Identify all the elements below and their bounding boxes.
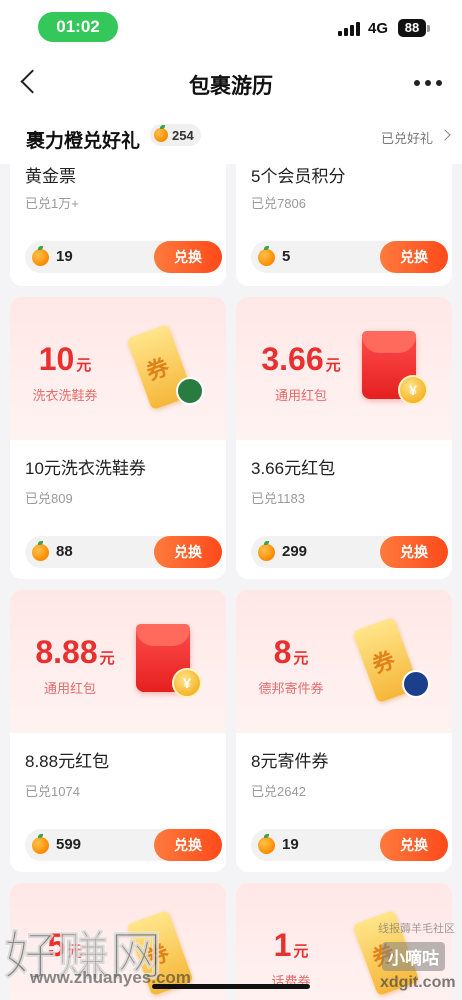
coupon-type: 通用红包 (43, 681, 96, 696)
orange-coin-icon (154, 125, 168, 142)
card-redeemed-count: 已兑1074 (25, 784, 80, 799)
card-redeemed-count: 已兑1183 (251, 491, 305, 506)
coupon-amount: 1元 (273, 927, 309, 963)
orange-coin-icon (258, 834, 275, 854)
price-value: 88 (56, 543, 73, 560)
coupon-amount: 8.88 元 (35, 634, 115, 670)
price-value: 599 (56, 836, 82, 853)
price-value: 5 (282, 248, 291, 265)
product-card-red-packet-888[interactable]: 8.88 元 通用红包 ¥ 8.88元红包 已兑1074 599 兑换 (10, 590, 226, 872)
coupon-icon: 券 (352, 909, 424, 997)
red-envelope-icon: ¥ (362, 329, 442, 409)
product-card-member-points[interactable]: 5个会员积分 已兑7806 5 兑换 (236, 154, 452, 286)
coupon-amount: 8元 (273, 634, 309, 670)
card-name: 10元洗衣洗鞋券 (25, 459, 146, 478)
product-card-phone-bill-coupon[interactable]: 1元 话费券 券 (236, 883, 452, 1000)
network-type: 4G (368, 20, 389, 37)
price-bar: 299 兑换 (251, 536, 448, 568)
orange-coin-icon (32, 246, 49, 266)
card-banner: 5元 券 (10, 883, 226, 1000)
coin-icon: ¥ (172, 668, 202, 698)
price-bar: 5 兑换 (251, 241, 448, 273)
product-card-gold-ticket[interactable]: 黄金票 已兑1万+ 19 兑换 (10, 154, 226, 286)
red-envelope-icon: ¥ (136, 622, 216, 702)
card-banner: 8.88 元 通用红包 ¥ (10, 590, 226, 733)
points-value: 254 (172, 127, 194, 143)
status-bar: 01:02 4G 88 (0, 0, 462, 52)
laundry-logo-icon (176, 377, 204, 405)
nav-bar: 包裹游历 (0, 52, 462, 114)
price-bar: 19 兑换 (25, 241, 222, 273)
product-card-shipping-coupon[interactable]: 8元 德邦寄件券 券 8元寄件券 已兑2642 19 兑换 (236, 590, 452, 872)
coupon-type: 洗衣洗鞋券 (32, 388, 98, 403)
orange-coin-icon (258, 541, 275, 561)
card-name: 3.66元红包 (251, 459, 336, 478)
status-time: 01:02 (38, 12, 118, 42)
battery-icon: 88 (398, 19, 426, 37)
redeem-button[interactable]: 兑换 (380, 829, 448, 861)
card-redeemed-count: 已兑2642 (251, 784, 306, 799)
price-value: 19 (56, 248, 73, 265)
price-bar: 19 兑换 (251, 829, 448, 861)
redeem-button[interactable]: 兑换 (154, 241, 222, 273)
price-bar: 599 兑换 (25, 829, 222, 861)
product-card-partial-left[interactable]: 5元 券 (10, 883, 226, 1000)
signal-icon (338, 22, 362, 36)
card-name: 8元寄件券 (251, 752, 329, 771)
points-badge: 254 (150, 124, 201, 146)
coupon-amount: 10 元 (38, 341, 92, 377)
redeem-button[interactable]: 兑换 (380, 536, 448, 568)
product-card-red-packet-366[interactable]: 3.66 元 通用红包 ¥ 3.66元红包 已兑1183 299 兑换 (236, 297, 452, 579)
battery-cap (427, 25, 430, 32)
card-name: 黄金票 (25, 167, 76, 186)
home-indicator[interactable] (152, 984, 310, 989)
card-redeemed-count: 已兑7806 (251, 196, 306, 211)
card-banner: 10 元 洗衣洗鞋券 券 (10, 297, 226, 440)
redeem-button[interactable]: 兑换 (154, 536, 222, 568)
coupon-amount: 5元 (47, 927, 83, 963)
coupon-amount: 3.66 元 (261, 341, 341, 377)
coupon-type: 通用红包 (274, 388, 327, 403)
card-banner: 8元 德邦寄件券 券 (236, 590, 452, 733)
product-card-laundry-coupon[interactable]: 10 元 洗衣洗鞋券 券 10元洗衣洗鞋券 已兑809 88 兑换 (10, 297, 226, 579)
redeemed-gifts-link[interactable]: 已兑好礼 (381, 128, 433, 147)
coupon-icon: 券 (352, 616, 430, 704)
coupon-type: 德邦寄件券 (258, 681, 324, 696)
orange-coin-icon (32, 834, 49, 854)
card-name: 5个会员积分 (251, 167, 346, 186)
redeem-button[interactable]: 兑换 (380, 241, 448, 273)
redeem-button[interactable]: 兑换 (154, 829, 222, 861)
price-bar: 88 兑换 (25, 536, 222, 568)
card-banner: 3.66 元 通用红包 ¥ (236, 297, 452, 440)
coupon-icon: 券 (126, 909, 198, 997)
coupon-icon: 券 (126, 323, 204, 411)
deppon-logo-icon (402, 670, 430, 698)
page-title: 包裹游历 (189, 75, 273, 98)
orange-coin-icon (258, 246, 275, 266)
more-icon[interactable] (414, 80, 442, 88)
coin-icon: ¥ (398, 375, 428, 405)
card-banner: 1元 话费券 券 (236, 883, 452, 1000)
card-name: 8.88元红包 (25, 752, 110, 771)
orange-coin-icon (32, 541, 49, 561)
card-redeemed-count: 已兑1万+ (25, 196, 79, 211)
section-title: 裹力橙兑好礼 (26, 131, 141, 152)
price-value: 299 (282, 543, 308, 560)
price-value: 19 (282, 836, 299, 853)
card-redeemed-count: 已兑809 (25, 491, 73, 506)
